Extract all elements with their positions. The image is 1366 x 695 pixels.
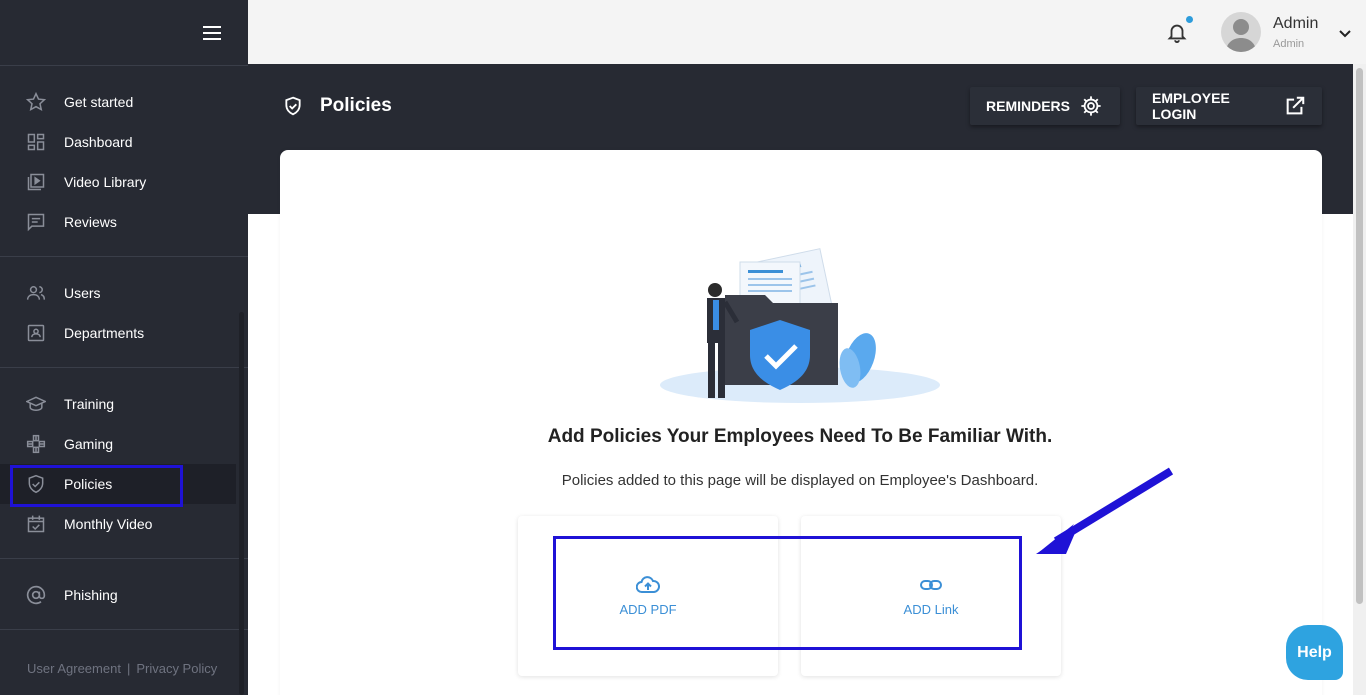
- employee-login-button[interactable]: EMPLOYEE LOGIN: [1136, 87, 1322, 125]
- sidebar-item-label: Monthly Video: [64, 516, 153, 532]
- at-sign-icon: [25, 584, 47, 606]
- add-link-button[interactable]: ADD Link: [801, 516, 1061, 676]
- gamepad-icon: [25, 433, 47, 455]
- scrollbar-thumb[interactable]: [1356, 68, 1363, 604]
- top-bar: Admin Admin: [248, 0, 1366, 64]
- sidebar-item-label: Gaming: [64, 436, 114, 452]
- nav-group-security: Phishing: [0, 559, 248, 630]
- sidebar-item-label: Training: [64, 396, 115, 412]
- nav-group-content: Training Gaming Policies Monthly Video: [0, 368, 248, 559]
- sidebar-item-label: Phishing: [64, 587, 118, 603]
- users-icon: [25, 282, 47, 304]
- sidebar-item-label: Departments: [64, 325, 145, 341]
- sidebar-item-reviews[interactable]: Reviews: [0, 202, 248, 242]
- link-icon: [801, 576, 1061, 594]
- external-link-icon: [1284, 95, 1306, 117]
- help-button[interactable]: Help: [1286, 625, 1343, 680]
- empty-state-headline: Add Policies Your Employees Need To Be F…: [547, 426, 1053, 447]
- user-role: Admin: [1273, 38, 1305, 50]
- sidebar-item-phishing[interactable]: Phishing: [0, 575, 248, 615]
- sidebar-item-monthly-video[interactable]: Monthly Video: [0, 504, 248, 544]
- sidebar-item-label: Dashboard: [64, 134, 133, 150]
- star-icon: [25, 91, 47, 113]
- sidebar-item-departments[interactable]: Departments: [0, 313, 248, 353]
- shield-check-icon: [283, 95, 303, 117]
- chevron-down-icon[interactable]: [1338, 26, 1352, 38]
- notification-bell-icon[interactable]: [1166, 20, 1188, 44]
- sidebar-item-label: Policies: [64, 476, 113, 492]
- add-link-label: ADD Link: [903, 602, 959, 617]
- graduation-cap-icon: [25, 393, 47, 415]
- gear-icon: [1080, 95, 1102, 117]
- sidebar-item-get-started[interactable]: Get started: [0, 82, 248, 122]
- footer-separator: |: [126, 661, 131, 676]
- reviews-icon: [25, 211, 47, 233]
- reminders-label: REMINDERS: [986, 98, 1071, 114]
- sidebar-item-dashboard[interactable]: Dashboard: [0, 122, 248, 162]
- sidebar-footer: User Agreement | Privacy Policy: [27, 661, 217, 676]
- shield-check-icon: [25, 473, 47, 495]
- employee-login-label: EMPLOYEE LOGIN: [1152, 90, 1230, 122]
- sidebar-item-label: Users: [64, 285, 101, 301]
- cloud-upload-icon: [518, 576, 778, 594]
- user-name[interactable]: Admin: [1273, 15, 1318, 33]
- user-agreement-link[interactable]: User Agreement: [27, 661, 121, 676]
- sidebar-item-video-library[interactable]: Video Library: [0, 162, 248, 202]
- dashboard-icon: [25, 131, 47, 153]
- privacy-policy-link[interactable]: Privacy Policy: [136, 661, 217, 676]
- sidebar-item-policies[interactable]: Policies: [0, 464, 236, 507]
- departments-icon: [25, 322, 47, 344]
- empty-state-description: Policies added to this page will be disp…: [561, 472, 1039, 489]
- notification-dot: [1186, 16, 1193, 23]
- sidebar-item-label: Video Library: [64, 174, 147, 190]
- page-scrollbar[interactable]: [1353, 64, 1366, 695]
- video-library-icon: [25, 171, 47, 193]
- sidebar-header: [0, 0, 248, 66]
- policies-card: Add Policies Your Employees Need To Be F…: [280, 150, 1322, 695]
- sidebar-item-training[interactable]: Training: [0, 384, 248, 424]
- sidebar-scrollbar[interactable]: [239, 312, 244, 695]
- avatar[interactable]: [1221, 12, 1261, 52]
- sidebar-item-users[interactable]: Users: [0, 273, 248, 313]
- add-pdf-label: ADD PDF: [619, 602, 677, 617]
- sidebar-item-label: Get started: [64, 94, 134, 110]
- sidebar-item-gaming[interactable]: Gaming: [0, 424, 248, 464]
- page-title: Policies: [320, 95, 392, 116]
- add-pdf-button[interactable]: ADD PDF: [518, 516, 778, 676]
- policies-illustration: [660, 240, 945, 415]
- nav-group-main: Get started Dashboard Video Library Revi…: [0, 66, 248, 257]
- sidebar-item-label: Reviews: [64, 214, 117, 230]
- calendar-check-icon: [25, 513, 47, 535]
- sidebar: Get started Dashboard Video Library Revi…: [0, 0, 248, 695]
- reminders-button[interactable]: REMINDERS: [970, 87, 1120, 125]
- hamburger-menu-icon[interactable]: [203, 26, 221, 40]
- nav-group-people: Users Departments: [0, 257, 248, 368]
